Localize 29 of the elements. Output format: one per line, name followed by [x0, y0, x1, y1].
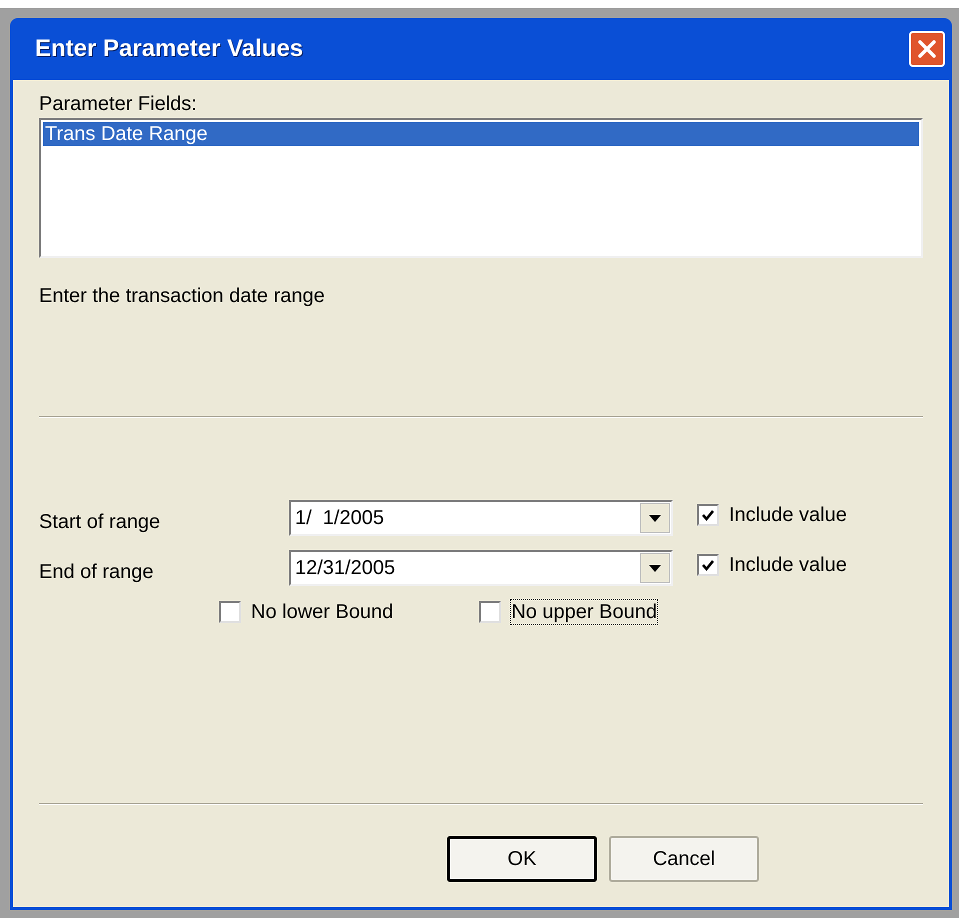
description-text: Enter the transaction date range [39, 284, 326, 308]
dialog-button[interactable]: OK [447, 836, 597, 882]
checkbox-label: No upper Bound [511, 600, 657, 624]
check-icon [701, 558, 715, 572]
close-button[interactable] [909, 31, 945, 67]
checkbox-label: Include value [729, 503, 847, 527]
list-label: Parameter Fields: [39, 92, 198, 116]
date-dropdown[interactable]: 1/ 1/2005 [289, 500, 673, 536]
dialog-button[interactable]: Cancel [609, 836, 759, 882]
parameter-list[interactable]: Trans Date Range [39, 118, 923, 258]
checkbox-label: Include value [729, 553, 847, 577]
list-item[interactable]: Trans Date Range [43, 122, 919, 146]
checkbox[interactable] [697, 554, 719, 576]
check-icon [701, 508, 715, 522]
checkbox-label: No lower Bound [251, 600, 394, 624]
window-title: Enter Parameter Values [35, 34, 304, 64]
checkbox[interactable] [219, 601, 241, 623]
checkbox[interactable] [697, 504, 719, 526]
dropdown-button[interactable] [640, 553, 670, 583]
field-label: Start of range [39, 510, 162, 534]
close-icon [917, 39, 937, 59]
date-dropdown[interactable]: 12/31/2005 [289, 550, 673, 586]
caret-icon [649, 564, 661, 572]
dropdown-button[interactable] [640, 503, 670, 533]
checkbox[interactable] [479, 601, 502, 623]
date-value: 12/31/2005 [294, 556, 396, 580]
field-label: End of range [39, 560, 155, 584]
caret-icon [649, 514, 661, 522]
date-value: 1/ 1/2005 [294, 506, 385, 530]
